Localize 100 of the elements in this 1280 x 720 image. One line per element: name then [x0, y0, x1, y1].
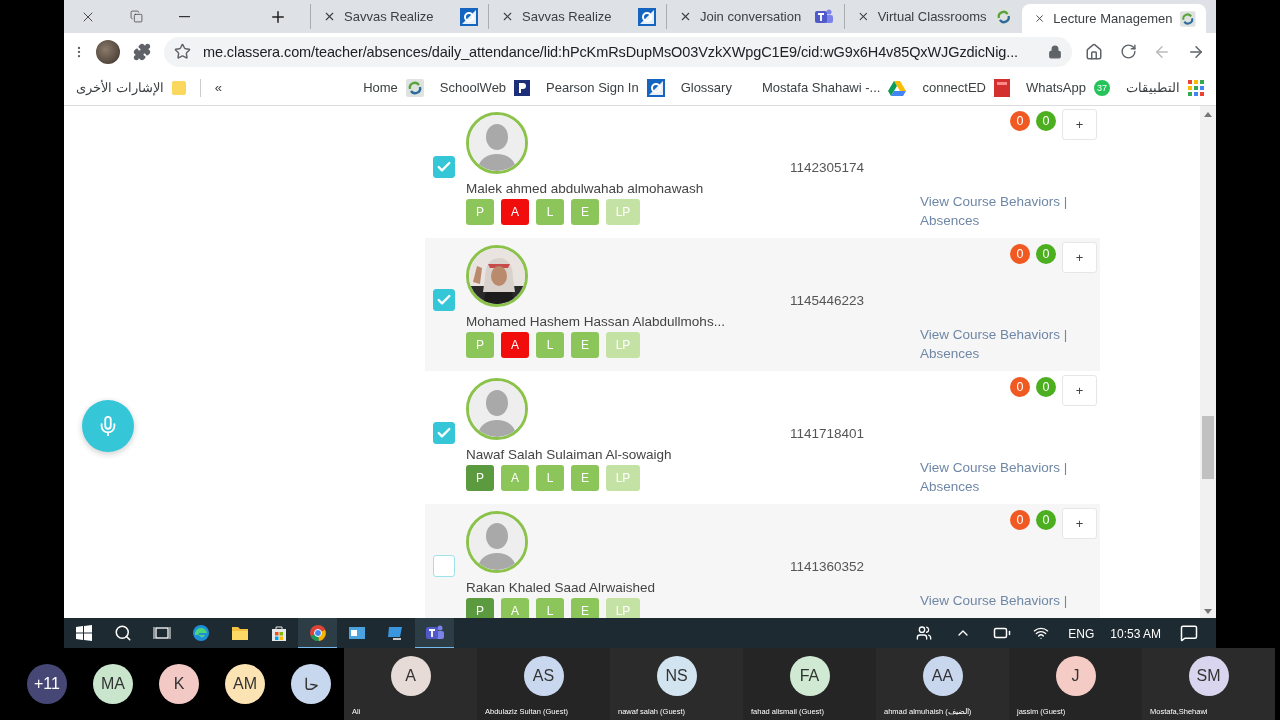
folder-icon: [230, 624, 249, 641]
browser-tab[interactable]: Join conversation: [666, 4, 844, 29]
clock[interactable]: 10:53 AM: [1110, 626, 1161, 641]
folder-icon: [171, 80, 186, 95]
apps-grid-icon: [1188, 79, 1204, 96]
search-icon: [113, 623, 132, 642]
add-button[interactable]: +: [1062, 109, 1097, 140]
letter-s-icon: [646, 78, 665, 97]
checkbox[interactable]: [433, 289, 455, 311]
bookmark[interactable]: connectED: [922, 78, 1010, 97]
lock-icon: [1048, 44, 1062, 59]
student-id: 1145446223: [790, 292, 866, 310]
status-button[interactable]: A: [501, 332, 529, 358]
checkbox[interactable]: [433, 156, 455, 178]
letter-s-icon: [460, 7, 478, 26]
count-badge: 0: [1010, 510, 1030, 530]
participant-avatar: FA: [789, 656, 830, 696]
reload-icon: [1119, 43, 1137, 60]
behaviors-link[interactable]: View Course Behaviors |: [920, 591, 1068, 610]
bookmark[interactable]: Glossary: [680, 80, 732, 95]
behaviors-link[interactable]: View Course Behaviors |: [920, 325, 1068, 344]
student-id: 1141360352: [790, 558, 866, 576]
absences-link[interactable]: Absences: [920, 477, 980, 496]
bookmark-folder[interactable]: الإشارات الأخرى: [76, 80, 164, 95]
participant-avatar: NS: [656, 656, 697, 696]
browser-tab[interactable]: Savvas Realize: [488, 4, 666, 29]
bookmark[interactable]: التطبيقات: [1126, 79, 1204, 96]
absences-link[interactable]: Absences: [920, 344, 980, 363]
browser-tab[interactable]: Savvas Realize: [310, 4, 488, 29]
taskbar-app[interactable]: [415, 618, 454, 648]
minimize-icon: [178, 15, 190, 18]
student-name: Malek ahmed abdulwahab almohawash: [466, 181, 705, 196]
count-badge: 0: [1036, 244, 1056, 264]
profile-avatar[interactable]: [96, 39, 120, 64]
letter-s-icon: [638, 7, 656, 26]
student-name: Nawaf Salah Sulaiman Al-sowaigh: [466, 447, 673, 462]
participant-avatar[interactable]: +11: [27, 664, 67, 704]
letter-p-icon: [514, 79, 531, 96]
task-view-icon: [152, 624, 171, 641]
count-badge: 0: [1010, 244, 1030, 264]
bookmark[interactable]: SchoolWeb: [439, 79, 531, 96]
behaviors-link[interactable]: View Course Behaviors |: [920, 192, 1068, 211]
restore-icon: [129, 10, 143, 23]
checkbox[interactable]: [433, 422, 455, 444]
language-indicator[interactable]: ENG: [1068, 626, 1095, 641]
notifications-icon: [1179, 623, 1198, 642]
taskbar-app[interactable]: [298, 618, 337, 648]
participant-avatar[interactable]: حا: [291, 664, 331, 704]
checkbox[interactable]: [433, 555, 455, 577]
more-bookmarks-button[interactable]: «: [214, 80, 222, 95]
count-badge: 0: [1036, 510, 1056, 530]
behaviors-link[interactable]: View Course Behaviors |: [920, 458, 1068, 477]
puzzle-icon: [133, 42, 151, 61]
bookmark[interactable]: WhatsApp 37: [1026, 79, 1110, 96]
app-window-icon: [347, 624, 366, 641]
close-icon[interactable]: [679, 10, 692, 23]
participant-avatar: A: [390, 656, 431, 696]
bookmark[interactable]: Home: [363, 78, 424, 97]
status-button[interactable]: A: [501, 199, 529, 225]
count-badge: 0: [1010, 111, 1030, 131]
participant-avatar[interactable]: MA: [93, 664, 133, 704]
close-icon[interactable]: [501, 10, 514, 23]
participant-avatar[interactable]: AM: [225, 664, 265, 704]
student-id: 1141718401: [790, 425, 866, 443]
close-icon[interactable]: [323, 10, 336, 23]
absences-link[interactable]: Absences: [920, 211, 980, 230]
add-button[interactable]: +: [1062, 242, 1097, 273]
close-icon[interactable]: [1034, 12, 1046, 25]
participant-avatar: AS: [523, 656, 564, 696]
close-icon[interactable]: [857, 10, 870, 23]
participant-avatar: SM: [1188, 656, 1229, 696]
star-icon[interactable]: [174, 43, 191, 60]
swirl-icon: [1180, 9, 1196, 28]
edge-icon: [191, 623, 210, 642]
count-badge: 0: [1036, 377, 1056, 397]
chrome-icon: [308, 623, 327, 642]
people-icon: [915, 624, 932, 641]
home-icon: [1085, 42, 1103, 61]
browser-tab[interactable]: Virtual Classrooms: [844, 4, 1022, 29]
address-bar[interactable]: me.classera.com/teacher/absences/daily_attendance/lid:hPcKmRsDupMsO03VzkXWpgC1E9/cid:wG9x6H4v85QxWJGzdicNig...: [164, 36, 1072, 67]
book-icon: [994, 78, 1010, 97]
browser-tab[interactable]: Lecture Managemen: [1022, 4, 1206, 33]
url-text: me.classera.com/teacher/absences/daily_attendance/lid:hPcKmRsDupMsO03VzkXWpgC1E9/cid:wG9x6H4v85QxWJGzdicNig...: [203, 43, 1020, 60]
teams-icon: [424, 623, 445, 642]
whatsapp-badge: 37: [1094, 79, 1110, 96]
teams-icon: [814, 7, 834, 26]
bookmark[interactable]: Mostafa Shahawi -...: [761, 79, 907, 96]
add-button[interactable]: +: [1062, 375, 1097, 406]
drive-icon: [888, 79, 907, 96]
student-name: Mohamed Hashem Hassan Alabdullmohs...: [466, 314, 726, 329]
windows-logo-icon: [75, 624, 92, 641]
bookmark[interactable]: Pearson Sign In: [546, 78, 665, 97]
student-id: 1142305174: [790, 159, 866, 177]
participant-avatar: J: [1055, 656, 1096, 696]
swirl-icon: [405, 78, 424, 97]
participant-avatar: AA: [922, 656, 963, 696]
student-name: Rakan Khaled Saad Alrwaished: [466, 580, 657, 595]
shopping-bag-icon: [269, 623, 288, 642]
participant-avatar[interactable]: K: [159, 664, 199, 704]
add-button[interactable]: +: [1062, 508, 1097, 539]
